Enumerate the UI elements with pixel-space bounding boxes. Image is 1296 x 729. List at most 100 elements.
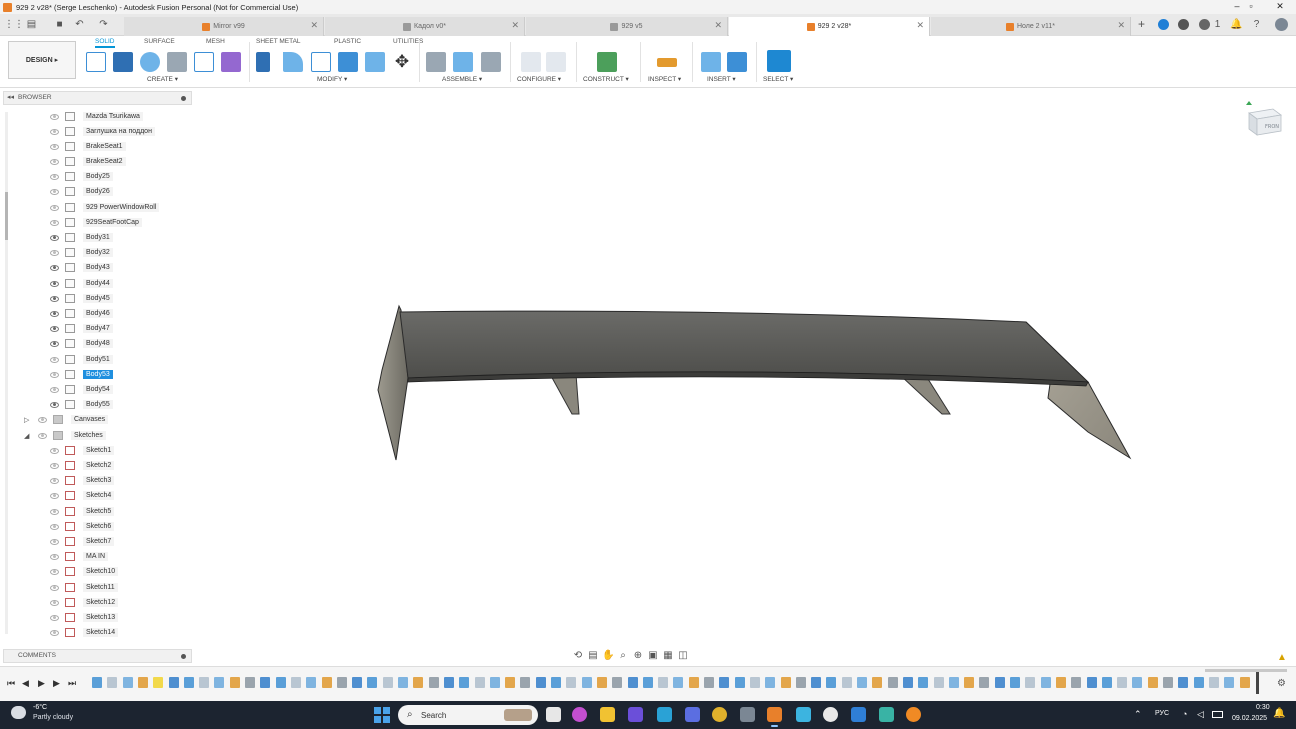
eye-icon[interactable]	[50, 523, 59, 530]
eye-icon[interactable]	[50, 219, 59, 226]
move-copy-icon[interactable]: ✥	[392, 52, 412, 72]
taskbar-search[interactable]: ⌕ Search	[398, 705, 538, 725]
timeline-feature-icon[interactable]	[948, 677, 959, 688]
panel-pin-icon[interactable]	[181, 654, 186, 659]
volume-icon[interactable]: ◁	[1197, 709, 1204, 720]
timeline-feature-icon[interactable]	[474, 677, 485, 688]
clock-time[interactable]: 0:30	[1256, 704, 1270, 711]
timeline-feature-icon[interactable]	[872, 677, 883, 688]
workspace-switcher-button[interactable]: DESIGN ▸	[8, 41, 76, 79]
timeline-feature-icon[interactable]	[1132, 677, 1143, 688]
notification-bell-icon[interactable]: 🔔	[1273, 708, 1285, 719]
timeline-feature-icon[interactable]	[443, 677, 454, 688]
collapse-panel-icon[interactable]: ◂◂	[7, 92, 14, 104]
remote-desktop-icon[interactable]	[879, 707, 894, 722]
timeline-feature-icon[interactable]	[612, 677, 623, 688]
construct-group-label[interactable]: CONSTRUCT ▾	[583, 75, 629, 83]
press-pull-icon[interactable]	[256, 52, 270, 72]
pattern-icon[interactable]	[194, 52, 214, 72]
eye-icon[interactable]	[50, 568, 59, 575]
browser-body-row[interactable]: Body44	[50, 277, 113, 290]
timeline-feature-icon[interactable]	[642, 677, 653, 688]
viewcube[interactable]: FRON	[1243, 101, 1285, 139]
close-tab-icon[interactable]: ✕	[916, 20, 924, 31]
timeline-feature-icon[interactable]	[505, 677, 516, 688]
timeline-feature-icon[interactable]	[1147, 677, 1158, 688]
weather-cloud-icon[interactable]	[11, 706, 26, 719]
redo-icon[interactable]: ↷	[98, 19, 109, 30]
display-settings-icon[interactable]: ▣	[647, 650, 659, 661]
timeline-feature-icon[interactable]	[107, 677, 118, 688]
combine-icon[interactable]	[365, 52, 385, 72]
timeline-feature-icon[interactable]	[489, 677, 500, 688]
configure-group-label[interactable]: CONFIGURE ▾	[517, 75, 561, 83]
collapse-caret-icon[interactable]: ◢	[24, 432, 32, 440]
measure-icon[interactable]	[657, 58, 677, 67]
select-group-label[interactable]: SELECT ▾	[763, 75, 793, 83]
timeline-feature-icon[interactable]	[857, 677, 867, 688]
eye-icon[interactable]	[50, 128, 59, 135]
store-icon[interactable]	[685, 707, 700, 722]
tab-document-1[interactable]: Mirror v99 ✕	[124, 17, 324, 36]
eye-icon[interactable]	[50, 113, 59, 120]
new-component-icon[interactable]	[426, 52, 446, 72]
github-icon[interactable]	[823, 707, 838, 722]
timeline-feature-icon[interactable]	[734, 677, 745, 688]
close-icon[interactable]: ✕	[1265, 0, 1295, 14]
orbit-icon[interactable]: ⟲	[572, 650, 584, 661]
data-panel-icon[interactable]	[1158, 19, 1169, 30]
tab-document-2[interactable]: Кадол v0* ✕	[325, 17, 525, 36]
spoiler-model[interactable]	[370, 300, 1150, 470]
zoom-icon[interactable]: ⌕	[617, 650, 629, 661]
browser-body-row-selected[interactable]: Body53	[50, 368, 113, 381]
browser-sketch-row[interactable]: Sketch10	[50, 565, 119, 578]
browser-folder-canvases[interactable]: ▷ Canvases	[24, 413, 109, 426]
timeline-settings-gear-icon[interactable]: ⚙	[1277, 678, 1286, 689]
tab-plastic[interactable]: PLASTIC	[334, 38, 361, 45]
grid-settings-icon[interactable]: ▦	[662, 650, 674, 661]
undo-icon[interactable]: ↶	[74, 19, 85, 30]
timeline-scrollbar[interactable]	[1205, 669, 1287, 672]
eye-icon[interactable]	[50, 447, 59, 454]
viewports-icon[interactable]: ◫	[677, 650, 689, 661]
browser-body-row[interactable]: BrakeSeat1	[50, 140, 126, 153]
scrollbar-thumb[interactable]	[5, 192, 8, 240]
weather-temperature[interactable]: -6°C	[33, 704, 47, 711]
timeline-feature-icon[interactable]	[199, 677, 210, 688]
eye-icon[interactable]	[50, 477, 59, 484]
eye-icon[interactable]	[38, 416, 47, 423]
create-sketch-icon[interactable]	[86, 52, 106, 72]
fusion-taskbar-icon[interactable]	[767, 707, 782, 727]
tab-mesh[interactable]: MESH	[206, 38, 225, 45]
insert-group-label[interactable]: INSERT ▾	[707, 75, 736, 83]
revolve-icon[interactable]	[140, 52, 160, 72]
look-at-icon[interactable]: ▤	[587, 650, 599, 661]
timeline-feature-icon[interactable]	[841, 677, 852, 688]
eye-icon[interactable]	[50, 599, 59, 606]
browser-body-row[interactable]: Body51	[50, 353, 113, 366]
timeline-feature-icon[interactable]	[1117, 677, 1128, 688]
eye-icon[interactable]	[50, 371, 59, 378]
browser-body-row[interactable]: Body45	[50, 292, 113, 305]
form-icon[interactable]	[221, 52, 241, 72]
eye-icon[interactable]	[50, 538, 59, 545]
shell-icon[interactable]	[338, 52, 358, 72]
eye-icon[interactable]	[50, 158, 59, 165]
eye-icon[interactable]	[50, 614, 59, 621]
timeline-feature-icon[interactable]	[964, 677, 975, 688]
new-tab-icon[interactable]: +	[1136, 18, 1147, 30]
paint-icon[interactable]	[851, 707, 866, 722]
eye-icon[interactable]	[50, 553, 59, 560]
tab-surface[interactable]: SURFACE	[144, 38, 175, 45]
browser-sketch-row[interactable]: Sketch4	[50, 489, 115, 502]
timeline-feature-icon[interactable]	[566, 677, 577, 688]
tab-sheet-metal[interactable]: SHEET METAL	[256, 38, 301, 45]
eye-icon[interactable]	[50, 462, 59, 469]
start-button[interactable]	[374, 707, 390, 723]
timeline-feature-icon[interactable]	[795, 677, 806, 688]
timeline-feature-icon[interactable]	[994, 677, 1005, 688]
language-indicator[interactable]: РУС	[1155, 710, 1169, 717]
close-tab-icon[interactable]: ✕	[511, 20, 519, 31]
eye-icon[interactable]	[50, 234, 59, 241]
browser-sketch-row[interactable]: Sketch11	[50, 581, 118, 594]
